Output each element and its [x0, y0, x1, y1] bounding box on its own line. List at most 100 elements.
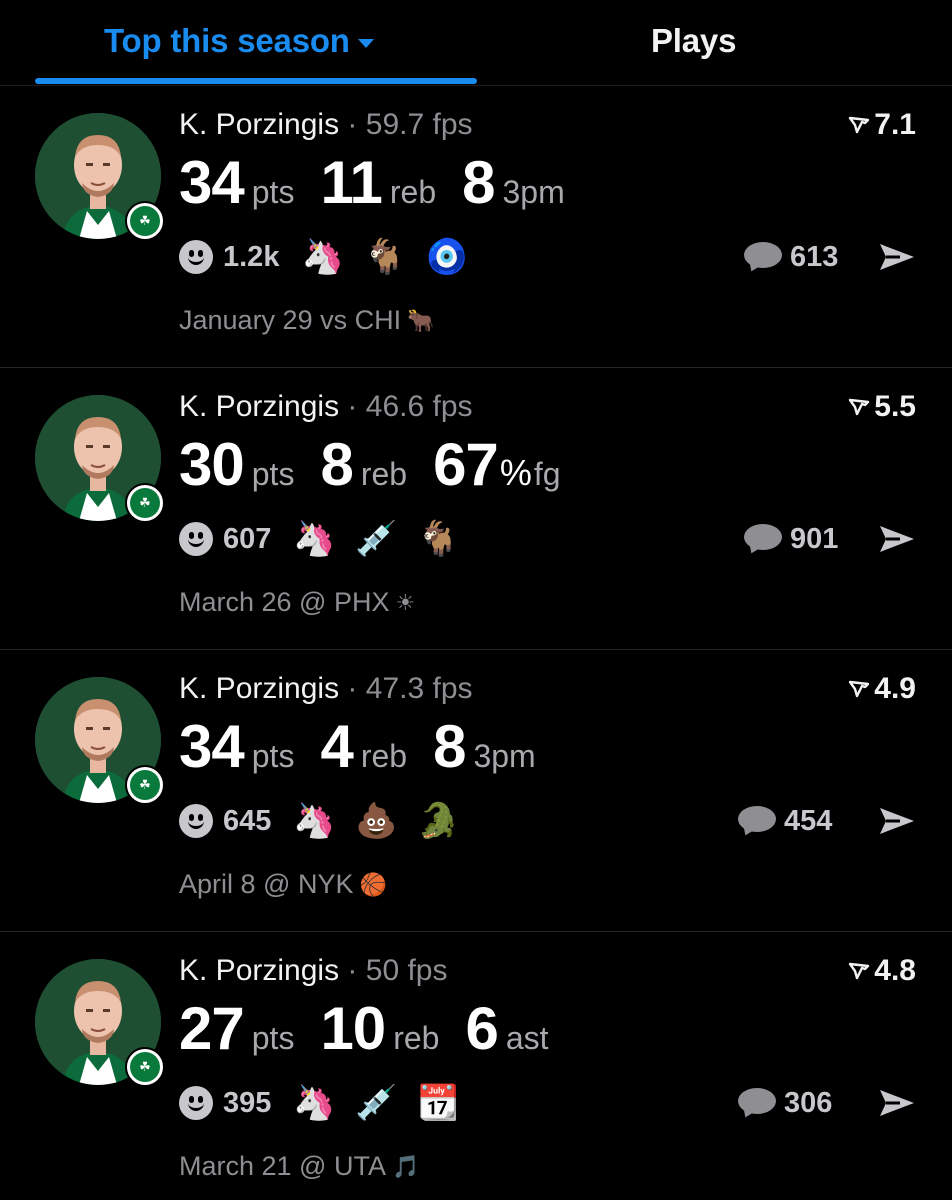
rating-value: 5.5	[874, 390, 916, 423]
reaction-emoji-icon[interactable]: 💩	[355, 801, 397, 841]
reaction-emoji-icon[interactable]: 🐊	[417, 801, 459, 841]
fantasy-points: 47.3 fps	[365, 672, 473, 705]
reactions[interactable]: 1.2k 🦄 🐐 🧿	[179, 237, 487, 277]
stat-value: 30	[179, 431, 245, 498]
chevron-down-icon[interactable]	[357, 38, 374, 48]
smiley-icon[interactable]	[179, 1086, 213, 1120]
stat-unit: reb	[389, 174, 437, 210]
smiley-icon[interactable]	[179, 240, 213, 274]
tab-plays[interactable]: Plays	[651, 22, 736, 60]
stat-unit: 3pm	[502, 174, 565, 210]
stat-value: 34	[179, 713, 245, 780]
stat-line: 34 pts 11 reb 8 3pm	[179, 148, 591, 217]
stat-1: 8 reb	[320, 430, 407, 499]
reaction-emoji-icon[interactable]: 🧿	[425, 237, 467, 277]
stat-value: 4	[320, 713, 353, 780]
rating[interactable]: 4.9	[848, 672, 916, 706]
reaction-emoji-icon[interactable]: 📆	[417, 1083, 459, 1123]
active-tab-indicator	[35, 78, 477, 84]
comment-count: 901	[790, 522, 839, 555]
stat-unit: reb	[360, 456, 408, 492]
opponent-logo-icon: ☀	[395, 589, 416, 615]
comment-bubble-icon[interactable]	[738, 1088, 776, 1121]
reaction-emoji-icon[interactable]: 🐐	[363, 237, 405, 277]
stat-value: 8	[433, 713, 466, 780]
title-separator: ·	[347, 672, 358, 705]
tab-bar: Top this season Plays	[0, 0, 952, 86]
stat-value: 10	[320, 995, 386, 1062]
reaction-emoji-icon[interactable]: 🦄	[293, 1083, 335, 1123]
rating-icon	[849, 680, 870, 698]
comments[interactable]: 306	[738, 1083, 832, 1123]
reaction-emoji-icon[interactable]: 🦄	[301, 237, 343, 277]
comments[interactable]: 454	[738, 801, 832, 841]
card-title[interactable]: K. Porzingis · 59.7 fps	[179, 108, 473, 142]
reaction-count: 645	[223, 804, 272, 837]
player-name[interactable]: K. Porzingis	[179, 108, 339, 141]
smiley-icon[interactable]	[179, 804, 213, 838]
stat-value: 8	[462, 149, 495, 216]
stat-0: 34 pts	[179, 148, 294, 217]
comment-count: 454	[784, 804, 833, 837]
comment-bubble-icon[interactable]	[744, 242, 782, 275]
game-card[interactable]: ☘ K. Porzingis · 46.6 fps 5.5 30 pts 8 reb 6…	[0, 368, 952, 650]
game-date[interactable]: April 8 @ NYK 🏀	[179, 869, 387, 900]
reaction-emoji-icon[interactable]: 🐐	[417, 519, 459, 559]
stat-value: 27	[179, 995, 245, 1062]
stat-unit: pts	[251, 1020, 295, 1056]
game-date[interactable]: January 29 vs CHI 🐂	[179, 305, 435, 336]
share-arrow-icon[interactable]	[878, 522, 916, 556]
rating[interactable]: 7.1	[848, 108, 916, 142]
stat-2: 8 3pm	[462, 148, 565, 217]
card-title[interactable]: K. Porzingis · 47.3 fps	[179, 672, 473, 706]
stat-unit: pts	[251, 738, 295, 774]
rating-value: 4.9	[874, 672, 916, 705]
rating[interactable]: 5.5	[848, 390, 916, 424]
reactions[interactable]: 607 🦄 💉 🐐	[179, 519, 479, 559]
smiley-icon[interactable]	[179, 522, 213, 556]
player-name[interactable]: K. Porzingis	[179, 672, 339, 705]
rating[interactable]: 4.8	[848, 954, 916, 988]
player-name[interactable]: K. Porzingis	[179, 954, 339, 987]
stat-0: 34 pts	[179, 712, 294, 781]
card-title[interactable]: K. Porzingis · 46.6 fps	[179, 390, 473, 424]
reaction-count: 395	[223, 1086, 272, 1119]
stat-0: 27 pts	[179, 994, 294, 1063]
game-card[interactable]: ☘ K. Porzingis · 59.7 fps 7.1 34 pts 11 reb…	[0, 86, 952, 368]
comment-bubble-icon[interactable]	[744, 524, 782, 557]
share-arrow-icon[interactable]	[878, 240, 916, 274]
comment-bubble-icon[interactable]	[738, 806, 776, 839]
game-date[interactable]: March 26 @ PHX ☀	[179, 587, 415, 618]
stat-unit: reb	[360, 738, 408, 774]
fantasy-points: 46.6 fps	[365, 390, 473, 423]
opponent-logo-icon: 🐂	[407, 307, 435, 333]
stat-unit: fg	[533, 456, 561, 492]
celtics-logo-icon: ☘	[125, 1047, 165, 1087]
rating-value: 4.8	[874, 954, 916, 987]
share-arrow-icon[interactable]	[878, 804, 916, 838]
game-date[interactable]: March 21 @ UTA 🎵	[179, 1151, 419, 1182]
reaction-count: 1.2k	[223, 240, 280, 273]
game-card[interactable]: ☘ K. Porzingis · 47.3 fps 4.9 34 pts 4 reb 8…	[0, 650, 952, 932]
comment-count: 613	[790, 240, 839, 273]
share-arrow-icon[interactable]	[878, 1086, 916, 1120]
tab-top-this-season[interactable]: Top this season	[104, 22, 374, 60]
comments[interactable]: 613	[744, 237, 838, 277]
reaction-emoji-icon[interactable]: 🦄	[293, 801, 335, 841]
comments[interactable]: 901	[744, 519, 838, 559]
stat-value: 11	[320, 149, 382, 216]
reaction-emoji-icon[interactable]: 🦄	[293, 519, 335, 559]
reaction-count: 607	[223, 522, 272, 555]
reactions[interactable]: 395 🦄 💉 📆	[179, 1083, 479, 1123]
reaction-emoji-icon[interactable]: 💉	[355, 1083, 397, 1123]
celtics-logo-icon: ☘	[125, 483, 165, 523]
stat-1: 4 reb	[320, 712, 407, 781]
player-name[interactable]: K. Porzingis	[179, 390, 339, 423]
stat-percent-sign: %	[499, 452, 532, 493]
stat-2: 67% fg	[433, 430, 560, 499]
stat-value: 67	[433, 431, 499, 498]
card-title[interactable]: K. Porzingis · 50 fps	[179, 954, 448, 988]
reactions[interactable]: 645 🦄 💩 🐊	[179, 801, 479, 841]
game-card[interactable]: ☘ K. Porzingis · 50 fps 4.8 27 pts 10 reb 6 a…	[0, 932, 952, 1200]
reaction-emoji-icon[interactable]: 💉	[355, 519, 397, 559]
